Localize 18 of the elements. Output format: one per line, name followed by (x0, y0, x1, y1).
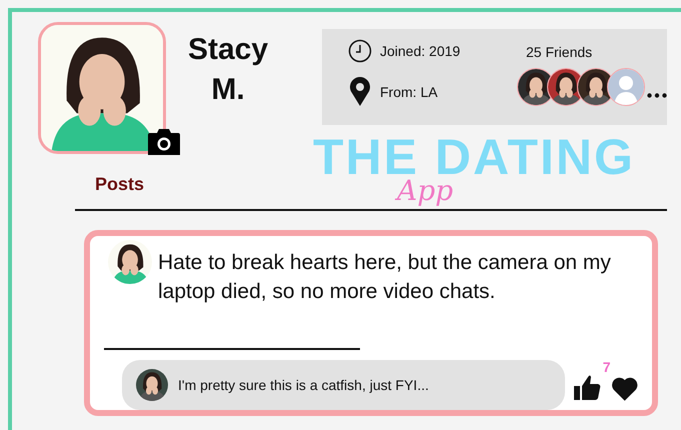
location: From: LA (380, 84, 438, 100)
clock-icon (348, 39, 372, 63)
thumbs-up-icon[interactable] (572, 372, 601, 400)
location-pin-icon (348, 77, 372, 107)
profile-name: Stacy (188, 32, 268, 68)
camera-icon[interactable] (146, 127, 182, 157)
logo-title: THE DATING (313, 137, 635, 177)
joined-date: Joined: 2019 (380, 43, 460, 59)
comment-text: I'm pretty sure this is a catfish, just FYI... (178, 377, 429, 393)
section-title: Posts (95, 174, 144, 195)
logo-script: App (397, 175, 454, 207)
heart-icon[interactable] (610, 376, 638, 402)
more-icon[interactable] (647, 93, 667, 98)
like-count: 7 (602, 358, 611, 374)
post-text: Hate to break hearts here, but the camera on my laptop died, so no more video chats. (158, 250, 612, 305)
profile-name: M. (211, 72, 245, 108)
friends-count: 25 Friends (526, 44, 594, 60)
avatar-placeholder-icon[interactable] (607, 68, 645, 106)
